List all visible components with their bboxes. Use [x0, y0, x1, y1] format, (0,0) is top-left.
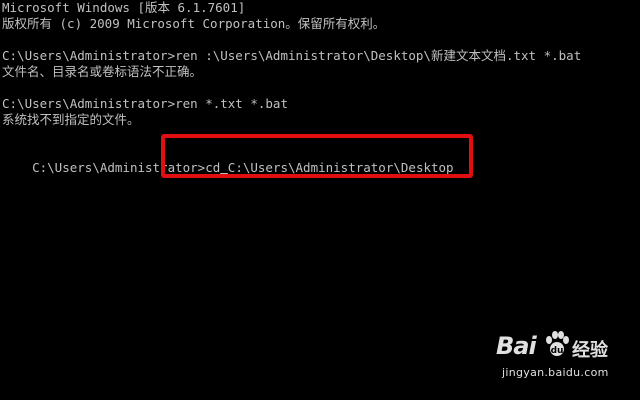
watermark-product: 经验	[572, 340, 608, 361]
red-highlight-box	[161, 134, 473, 178]
console-line-5: 文件名、目录名或卷标语法不正确。	[2, 64, 203, 79]
watermark-url: jingyan.baidu.com	[502, 366, 609, 379]
console-line-1: Microsoft Windows [版本 6.1.7601]	[2, 0, 246, 15]
console-line-4: C:\Users\Administrator>ren :\Users\Admin…	[2, 48, 582, 63]
svg-text:du: du	[551, 346, 564, 356]
watermark-brand: Bai	[496, 332, 537, 360]
console-window[interactable]: Microsoft Windows [版本 6.1.7601] 版权所有 (c)…	[0, 0, 640, 400]
console-line-7: C:\Users\Administrator>ren *.txt *.bat	[2, 96, 288, 111]
baidu-paw-icon: du	[546, 331, 569, 356]
console-line-8: 系统找不到指定的文件。	[2, 112, 140, 127]
baidu-jingyan-watermark: Bai du 经验 jingyan.baidu.com	[492, 330, 618, 386]
console-line-2: 版权所有 (c) 2009 Microsoft Corporation。保留所有…	[2, 16, 386, 31]
